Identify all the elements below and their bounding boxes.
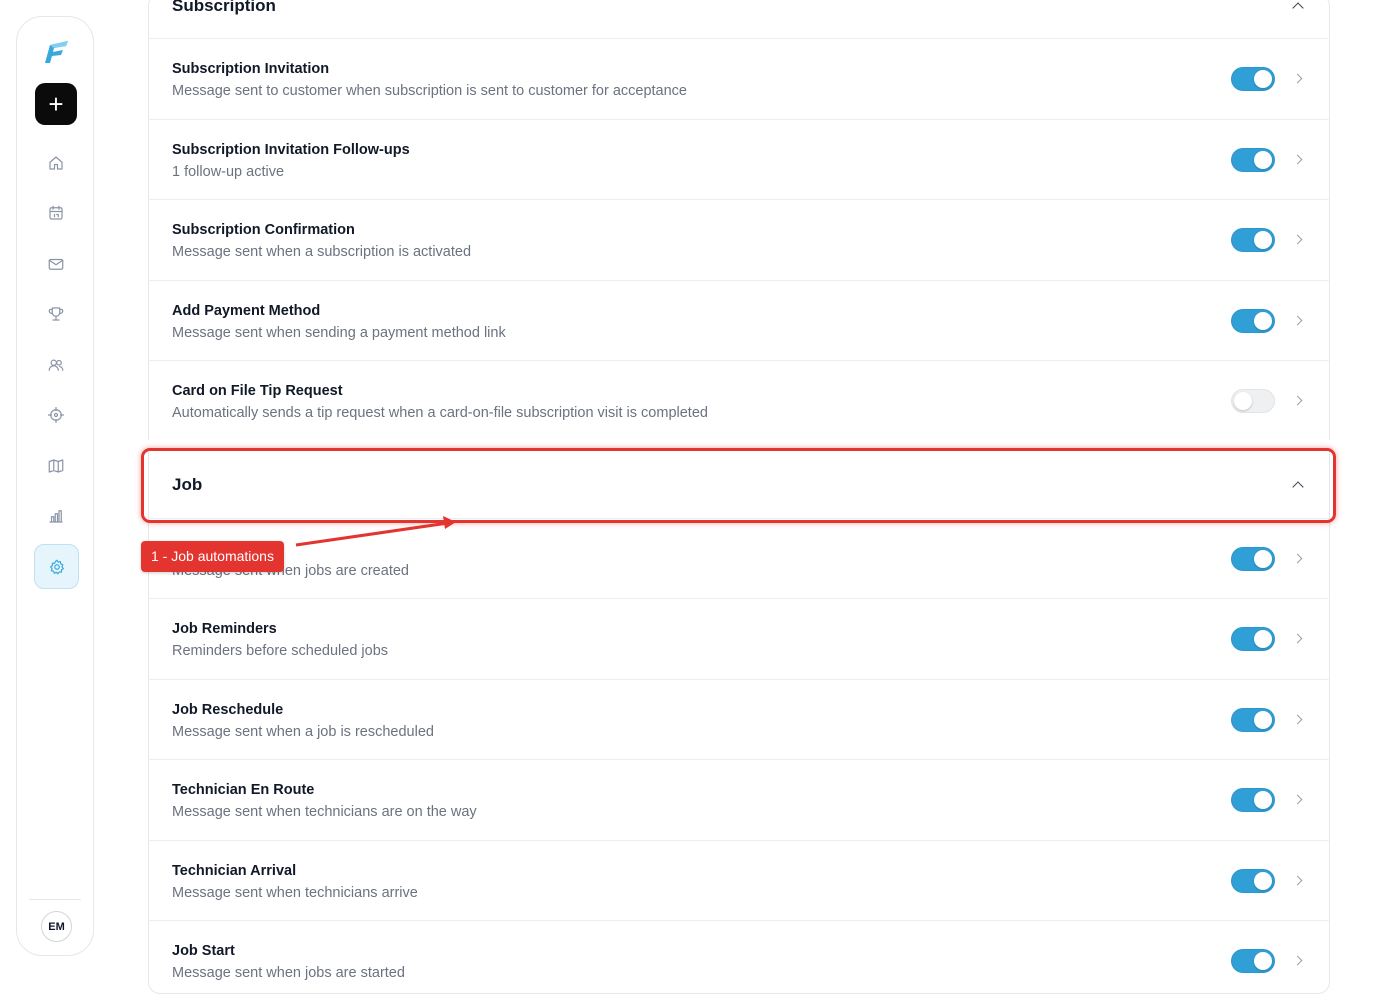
automation-description: Message sent when a job is rescheduled bbox=[172, 724, 434, 740]
automation-title: Card on File Tip Request bbox=[172, 383, 343, 399]
nav-customers[interactable] bbox=[35, 344, 77, 386]
chevron-right-icon[interactable] bbox=[1292, 714, 1303, 725]
avatar[interactable]: EM bbox=[41, 911, 72, 942]
sidebar: + EM bbox=[16, 16, 94, 956]
nav-rewards[interactable] bbox=[35, 293, 77, 335]
automation-title: Job Reschedule bbox=[172, 702, 284, 718]
calendar-icon bbox=[49, 205, 63, 220]
automation-description: Message sent to customer when subscripti… bbox=[172, 83, 687, 99]
automation-toggle[interactable] bbox=[1231, 228, 1275, 252]
target-icon bbox=[47, 406, 65, 424]
automation-row-subscription-invitation[interactable]: Subscription Invitation Message sent to … bbox=[148, 38, 1330, 119]
nav-targets[interactable] bbox=[35, 394, 77, 436]
nav-calendar[interactable] bbox=[35, 192, 77, 234]
app-logo[interactable] bbox=[41, 37, 71, 67]
users-icon bbox=[48, 359, 64, 371]
automation-title: Add Payment Method bbox=[172, 303, 321, 319]
automation-toggle[interactable] bbox=[1231, 708, 1275, 732]
mail-icon bbox=[48, 258, 64, 270]
automation-row-technician-arrival[interactable]: Technician Arrival Message sent when tec… bbox=[148, 840, 1330, 921]
automation-row-card-on-file-tip[interactable]: Card on File Tip Request Automatically s… bbox=[148, 360, 1330, 441]
automation-row-subscription-followups[interactable]: Subscription Invitation Follow-ups 1 fol… bbox=[148, 119, 1330, 200]
automation-title: Subscription Invitation bbox=[172, 61, 330, 77]
automation-toggle[interactable] bbox=[1231, 788, 1275, 812]
automation-description: Message sent when sending a payment meth… bbox=[172, 325, 506, 341]
collapse-chevron-icon[interactable] bbox=[1292, 2, 1304, 14]
annotation-label: 1 - Job automations bbox=[141, 541, 284, 572]
nav-reports[interactable] bbox=[35, 495, 77, 537]
automation-toggle[interactable] bbox=[1231, 547, 1275, 571]
automation-row-job-reschedule[interactable]: Job Reschedule Message sent when a job i… bbox=[148, 679, 1330, 760]
automation-row-job-created[interactable]: Message sent when jobs are created bbox=[148, 518, 1330, 599]
automation-row-subscription-confirmation[interactable]: Subscription Confirmation Message sent w… bbox=[148, 199, 1330, 280]
home-icon bbox=[49, 156, 63, 170]
automation-title: Subscription Invitation Follow-ups bbox=[172, 142, 410, 158]
nav-settings[interactable] bbox=[34, 544, 79, 589]
automation-toggle[interactable] bbox=[1231, 869, 1275, 893]
chevron-right-icon[interactable] bbox=[1292, 395, 1303, 406]
gear-icon bbox=[49, 559, 64, 574]
chevron-right-icon[interactable] bbox=[1292, 315, 1303, 326]
chevron-right-icon[interactable] bbox=[1292, 73, 1303, 84]
chevron-right-icon[interactable] bbox=[1292, 794, 1303, 805]
automation-row-add-payment-method[interactable]: Add Payment Method Message sent when sen… bbox=[148, 280, 1330, 361]
map-icon bbox=[48, 459, 64, 473]
nav-map[interactable] bbox=[35, 445, 77, 487]
automation-title: Job Start bbox=[172, 943, 235, 959]
automation-description: Message sent when technicians arrive bbox=[172, 885, 418, 901]
chevron-right-icon[interactable] bbox=[1292, 955, 1303, 966]
automation-description: Message sent when jobs are started bbox=[172, 965, 405, 981]
annotation-highlight-box bbox=[141, 448, 1336, 523]
chevron-right-icon[interactable] bbox=[1292, 154, 1303, 165]
sidebar-divider bbox=[29, 899, 81, 900]
add-button[interactable]: + bbox=[35, 83, 77, 125]
chevron-right-icon[interactable] bbox=[1292, 875, 1303, 886]
nav-home[interactable] bbox=[35, 142, 77, 184]
subscription-section-header[interactable]: Subscription bbox=[148, 0, 1330, 28]
automation-toggle[interactable] bbox=[1231, 627, 1275, 651]
automation-description: 1 follow-up active bbox=[172, 164, 285, 180]
automation-title: Technician En Route bbox=[172, 782, 315, 798]
automation-description: Message sent when technicians are on the… bbox=[172, 804, 477, 820]
subscription-section-title: Subscription bbox=[172, 0, 276, 15]
nav-messages[interactable] bbox=[35, 243, 77, 285]
automation-title: Technician Arrival bbox=[172, 863, 297, 879]
automation-description: Automatically sends a tip request when a… bbox=[172, 405, 708, 421]
automation-title: Job Reminders bbox=[172, 621, 277, 637]
automation-toggle[interactable] bbox=[1231, 949, 1275, 973]
chart-icon bbox=[49, 510, 63, 523]
automation-row-job-reminders[interactable]: Job Reminders Reminders before scheduled… bbox=[148, 598, 1330, 679]
automation-toggle[interactable] bbox=[1231, 67, 1275, 91]
automation-row-technician-en-route[interactable]: Technician En Route Message sent when te… bbox=[148, 759, 1330, 840]
automation-row-job-start[interactable]: Job Start Message sent when jobs are sta… bbox=[148, 920, 1330, 1001]
automation-toggle[interactable] bbox=[1231, 309, 1275, 333]
automation-description: Message sent when a subscription is acti… bbox=[172, 244, 472, 260]
chevron-right-icon[interactable] bbox=[1292, 553, 1303, 564]
automation-toggle[interactable] bbox=[1231, 148, 1275, 172]
automation-title: Subscription Confirmation bbox=[172, 222, 355, 238]
chevron-right-icon[interactable] bbox=[1292, 633, 1303, 644]
automation-description: Reminders before scheduled jobs bbox=[172, 643, 389, 659]
automation-toggle[interactable] bbox=[1231, 389, 1275, 413]
trophy-icon bbox=[48, 307, 64, 321]
chevron-right-icon[interactable] bbox=[1292, 234, 1303, 245]
